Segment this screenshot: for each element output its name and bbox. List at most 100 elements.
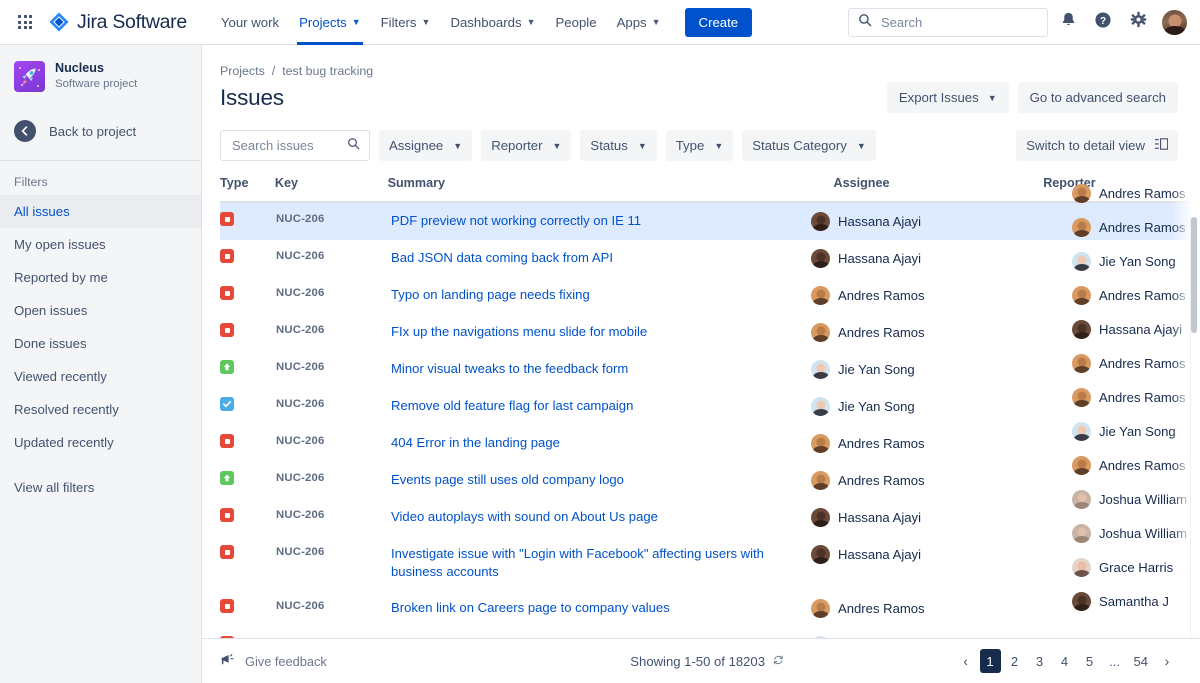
cell-key[interactable]: NUC-206 bbox=[276, 434, 391, 447]
sidebar-item-updated-recently[interactable]: Updated recently bbox=[0, 426, 201, 459]
global-search-input[interactable] bbox=[879, 13, 1038, 31]
cell-key[interactable]: NUC-206 bbox=[276, 286, 391, 299]
sidebar-item-open-issues[interactable]: Open issues bbox=[0, 294, 201, 327]
nav-item-filters[interactable]: Filters ▼ bbox=[371, 0, 441, 45]
cell-key[interactable]: NUC-206 bbox=[276, 249, 391, 262]
jira-home-link[interactable]: Jira Software bbox=[48, 11, 187, 34]
column-header-key[interactable]: Key bbox=[275, 176, 388, 190]
table-row[interactable]: NUC-206 Events page still uses old compan… bbox=[220, 462, 1200, 499]
vertical-scrollbar[interactable] bbox=[1190, 217, 1198, 679]
svg-text:?: ? bbox=[1100, 15, 1106, 26]
cell-key[interactable]: NUC-206 bbox=[276, 508, 391, 521]
pagination-page-54[interactable]: 54 bbox=[1129, 649, 1153, 673]
sidebar-item-resolved-recently[interactable]: Resolved recently bbox=[0, 393, 201, 426]
cell-summary[interactable]: FIx up the navigations menu slide for mo… bbox=[391, 323, 811, 341]
table-row[interactable]: NUC-206 Minor visual tweaks to the feedba… bbox=[220, 351, 1200, 388]
column-header-type[interactable]: Type bbox=[220, 176, 275, 190]
user-avatar[interactable] bbox=[1161, 8, 1188, 36]
cell-type bbox=[220, 212, 276, 226]
pagination-page-1[interactable]: 1 bbox=[979, 649, 1001, 673]
sidebar-item-viewed-recently[interactable]: Viewed recently bbox=[0, 360, 201, 393]
cell-type bbox=[220, 599, 276, 613]
scrollbar-thumb[interactable] bbox=[1191, 217, 1197, 333]
help-button[interactable]: ? bbox=[1088, 7, 1118, 37]
sidebar-item-done-issues[interactable]: Done issues bbox=[0, 327, 201, 360]
notifications-button[interactable] bbox=[1053, 7, 1083, 37]
cell-key[interactable]: NUC-206 bbox=[276, 360, 391, 373]
search-issues-field[interactable] bbox=[220, 130, 370, 161]
avatar bbox=[1072, 217, 1091, 237]
column-header-summary[interactable]: Summary bbox=[388, 176, 834, 190]
sidebar-item-label: Updated recently bbox=[14, 435, 114, 450]
back-to-project-button[interactable]: Back to project bbox=[0, 114, 201, 148]
cell-summary[interactable]: Bad JSON data coming back from API bbox=[391, 249, 811, 267]
pagination-prev[interactable]: ‹ bbox=[955, 649, 977, 673]
switch-to-detail-view-button[interactable]: Switch to detail view bbox=[1016, 130, 1178, 161]
table-row[interactable]: NUC-206 Investigate issue with "Login wit… bbox=[220, 536, 1200, 590]
sidebar-item-view-all-filters[interactable]: View all filters bbox=[0, 471, 201, 504]
filter-type[interactable]: Type ▼ bbox=[665, 130, 734, 161]
pagination-page-3[interactable]: 3 bbox=[1029, 649, 1051, 673]
export-issues-button[interactable]: Export Issues ▼ bbox=[886, 82, 1009, 113]
table-row[interactable]: NUC-206 Video autoplays with sound on Abo… bbox=[220, 499, 1200, 536]
sidebar-item-label: View all filters bbox=[14, 480, 95, 495]
table-row[interactable]: NUC-206 Remove old feature flag for last … bbox=[220, 388, 1200, 425]
pagination-page-5[interactable]: 5 bbox=[1079, 649, 1101, 673]
cell-key[interactable]: NUC-206 bbox=[276, 545, 391, 558]
cell-key[interactable]: NUC-206 bbox=[276, 323, 391, 336]
avatar bbox=[811, 323, 830, 342]
filter-status[interactable]: Status ▼ bbox=[580, 130, 657, 161]
table-row[interactable]: NUC-206 FIx up the navigations menu slide… bbox=[220, 314, 1200, 351]
nav-item-projects[interactable]: Projects ▼ bbox=[289, 0, 371, 45]
cell-summary[interactable]: Investigate issue with "Login with Faceb… bbox=[391, 545, 811, 581]
pagination-page-4[interactable]: 4 bbox=[1054, 649, 1076, 673]
project-header[interactable]: Nucleus Software project bbox=[0, 45, 201, 92]
cell-summary[interactable]: Events page still uses old company logo bbox=[391, 471, 811, 489]
nav-label: Projects bbox=[299, 14, 347, 30]
cell-key[interactable]: NUC-206 bbox=[276, 212, 391, 225]
filter-assignee[interactable]: Assignee ▼ bbox=[379, 130, 473, 161]
nav-item-apps[interactable]: Apps ▼ bbox=[607, 0, 671, 45]
table-row[interactable]: NUC-206 PDF preview not working correctly… bbox=[220, 203, 1200, 240]
column-header-assignee[interactable]: Assignee bbox=[833, 176, 1043, 190]
table-row[interactable]: NUC-206 Bad JSON data coming back from AP… bbox=[220, 240, 1200, 277]
settings-button[interactable] bbox=[1123, 7, 1153, 37]
pagination-page-2[interactable]: 2 bbox=[1004, 649, 1026, 673]
breadcrumb-projects[interactable]: Projects bbox=[220, 64, 265, 78]
bug-icon bbox=[220, 599, 234, 613]
cell-summary[interactable]: 404 Error in the landing page bbox=[391, 434, 811, 452]
cell-key[interactable]: NUC-206 bbox=[276, 599, 391, 612]
nav-item-people[interactable]: People bbox=[545, 0, 606, 45]
sidebar-item-all-issues[interactable]: All issues bbox=[0, 195, 201, 228]
cell-key[interactable]: NUC-206 bbox=[276, 471, 391, 484]
cell-summary[interactable]: Typo on landing page needs fixing bbox=[391, 286, 811, 304]
create-button[interactable]: Create bbox=[684, 7, 753, 37]
cell-type bbox=[220, 471, 276, 485]
app-switcher-button[interactable] bbox=[8, 15, 42, 29]
cell-summary[interactable]: Broken link on Careers page to company v… bbox=[391, 599, 811, 617]
advanced-search-button[interactable]: Go to advanced search bbox=[1017, 82, 1178, 113]
sidebar-item-my-open-issues[interactable]: My open issues bbox=[0, 228, 201, 261]
refresh-icon[interactable] bbox=[772, 654, 784, 669]
cell-summary[interactable]: Remove old feature flag for last campaig… bbox=[391, 397, 811, 415]
table-row[interactable]: NUC-206 Typo on landing page needs fixing… bbox=[220, 277, 1200, 314]
breadcrumb-test-bug-tracking[interactable]: test bug tracking bbox=[282, 64, 373, 78]
table-row[interactable]: NUC-206 Broken link on Careers page to co… bbox=[220, 590, 1200, 627]
cell-summary[interactable]: Minor visual tweaks to the feedback form bbox=[391, 360, 811, 378]
sidebar-item-reported-by-me[interactable]: Reported by me bbox=[0, 261, 201, 294]
cell-summary[interactable]: Video autoplays with sound on About Us p… bbox=[391, 508, 811, 526]
pagination-next[interactable]: › bbox=[1156, 649, 1178, 673]
sidebar-item-label: All issues bbox=[14, 204, 70, 219]
filter-status-category[interactable]: Status Category ▼ bbox=[742, 130, 876, 161]
nav-item-your-work[interactable]: Your work bbox=[211, 0, 289, 45]
search-issues-input[interactable] bbox=[230, 137, 347, 154]
cell-key[interactable]: NUC-206 bbox=[276, 397, 391, 410]
global-search[interactable] bbox=[848, 7, 1048, 37]
give-feedback-button[interactable]: Give feedback bbox=[220, 653, 327, 670]
page-title-row: Issues Export Issues ▼ Go to advanced se… bbox=[220, 82, 1200, 113]
nav-item-dashboards[interactable]: Dashboards ▼ bbox=[440, 0, 545, 45]
cell-summary[interactable]: PDF preview not working correctly on IE … bbox=[391, 212, 811, 230]
avatar bbox=[1072, 489, 1091, 509]
table-row[interactable]: NUC-206 404 Error in the landing page Andr… bbox=[220, 425, 1200, 462]
filter-reporter[interactable]: Reporter ▼ bbox=[481, 130, 572, 161]
